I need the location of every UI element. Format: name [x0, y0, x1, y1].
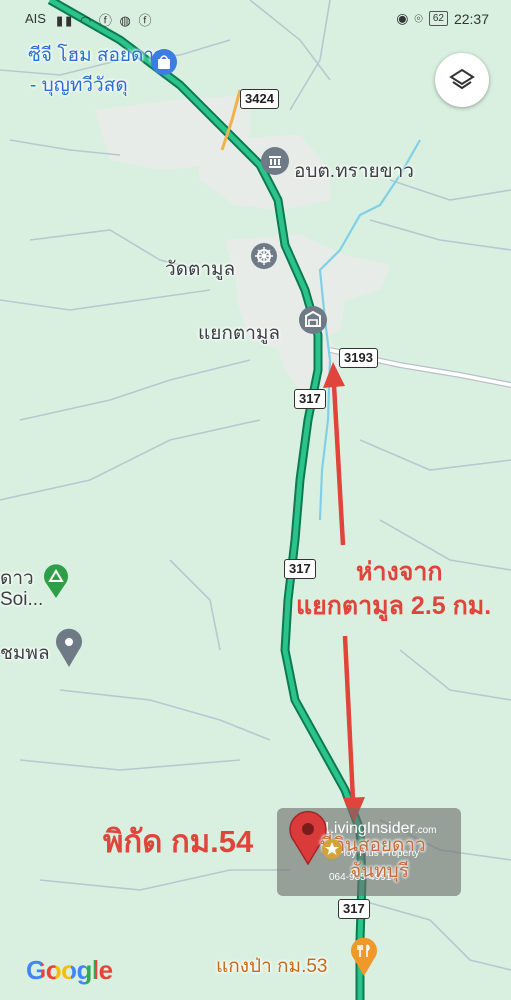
google-logo: Google: [26, 955, 113, 986]
location-annotation: พิกัด กม.54: [103, 824, 254, 859]
star-icon: [322, 839, 342, 859]
government-building-icon[interactable]: [260, 146, 290, 176]
dharma-wheel-icon[interactable]: [250, 242, 278, 270]
carrier-label: AIS: [25, 11, 46, 26]
shopping-bag-icon[interactable]: [150, 48, 178, 76]
place-temple[interactable]: วัดตามูล: [165, 254, 235, 284]
route-shield-3424: 3424: [240, 89, 279, 109]
route-shield-317: 317: [338, 899, 370, 919]
status-right: ◉ ⌾ 62 22:37: [396, 10, 489, 27]
camping-tent-icon[interactable]: [41, 563, 71, 599]
distance-annotation-line-2: แยกตามูล 2.5 กม.: [296, 592, 492, 620]
status-bar: AIS ▮▮ ◠ ⓕ ◍ ⓕ ◉ ⌾ 62 22:37: [0, 0, 511, 36]
place-store-label-1[interactable]: ซีจี โฮม สอยดาว: [28, 40, 165, 70]
place-pin-icon[interactable]: [54, 628, 84, 668]
junction-icon[interactable]: [298, 305, 328, 335]
route-shield-317: 317: [294, 389, 326, 409]
pin-label-line-2[interactable]: จันทบุรี: [350, 856, 409, 886]
place-junction[interactable]: แยกตามูล: [198, 318, 280, 348]
place-restaurant[interactable]: แกงป่า กม.53: [216, 951, 327, 981]
location-icon: ⌾: [414, 10, 423, 26]
battery-icon: 62: [428, 11, 448, 26]
place-park-label-2[interactable]: Soi...: [0, 589, 43, 611]
restaurant-icon[interactable]: [349, 937, 379, 977]
layers-button[interactable]: [435, 53, 489, 107]
eye-icon: ◉: [396, 10, 409, 26]
google-logo-text: Google: [26, 955, 113, 985]
route-shield-3193: 3193: [339, 348, 378, 368]
place-store-label-2[interactable]: - บุญทวีวัสดุ: [30, 70, 128, 100]
place-left-label[interactable]: ชมพล: [0, 638, 50, 668]
notification-icons: ▮▮ ◠ ⓕ ◍ ⓕ: [56, 13, 154, 28]
place-sub-district-office[interactable]: อบต.ทรายขาว: [294, 156, 414, 186]
route-shield-317: 317: [284, 559, 316, 579]
clock: 22:37: [453, 10, 489, 27]
layers-icon: [449, 68, 475, 90]
